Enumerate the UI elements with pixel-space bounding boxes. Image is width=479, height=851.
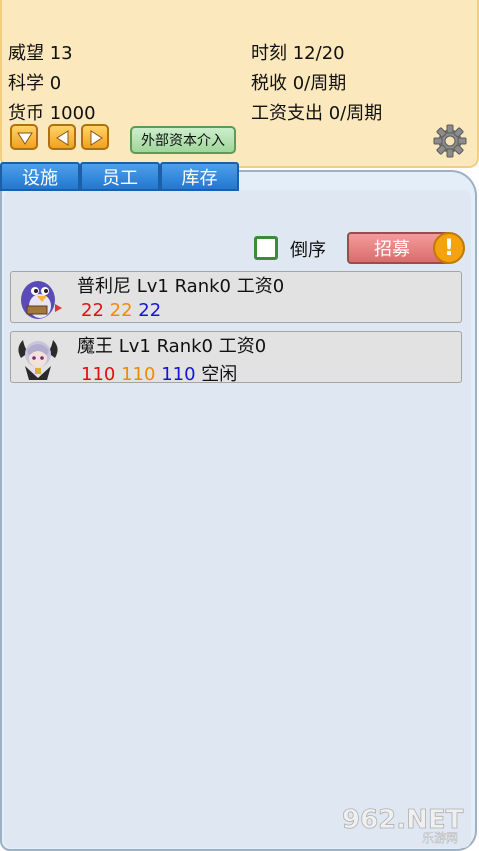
staff-status: 空闲 — [201, 364, 238, 385]
stat-red: 110 — [81, 364, 116, 385]
external-capital-button[interactable]: 外部资本介入 — [130, 126, 236, 154]
next-button[interactable] — [81, 124, 109, 150]
tab-facilities[interactable]: 设施 — [0, 162, 80, 191]
triangle-left-icon — [56, 130, 69, 146]
previous-button[interactable] — [48, 124, 76, 150]
gear-icon[interactable] — [433, 124, 467, 158]
triangle-down-icon — [17, 132, 33, 145]
alert-icon: ! — [433, 232, 465, 264]
staff-name: 魔王 Lv1 Rank0 工资0 — [77, 336, 267, 357]
staff-stats: 22 22 22 — [81, 300, 161, 321]
collapse-button[interactable] — [10, 124, 38, 150]
demon-king-avatar — [18, 340, 58, 380]
triangle-right-icon — [90, 130, 103, 146]
time-stat: 时刻 12/20 — [251, 43, 345, 64]
reverse-order-checkbox[interactable] — [254, 236, 278, 260]
staff-row[interactable]: 魔王 Lv1 Rank0 工资0 110 110 110 空闲 — [10, 331, 462, 386]
staff-stats: 110 110 110 空闲 — [81, 360, 237, 386]
staff-row[interactable]: 普利尼 Lv1 Rank0 工资0 22 22 22 — [10, 271, 462, 323]
tab-inventory[interactable]: 库存 — [160, 162, 239, 191]
staff-name: 普利尼 Lv1 Rank0 工资0 — [77, 276, 285, 297]
reverse-order-label: 倒序 — [290, 240, 326, 261]
prestige-stat: 威望 13 — [8, 43, 73, 64]
stat-blue: 110 — [161, 364, 196, 385]
stat-red: 22 — [81, 300, 104, 321]
stat-orange: 22 — [109, 300, 133, 321]
science-stat: 科学 0 — [8, 73, 62, 94]
wage-expense-stat: 工资支出 0/周期 — [251, 103, 383, 124]
currency-stat: 货币 1000 — [8, 103, 96, 124]
watermark-sub: 乐游网 — [422, 831, 458, 845]
stat-orange: 110 — [121, 364, 156, 385]
penguin-avatar — [21, 281, 62, 319]
stat-blue: 22 — [138, 300, 162, 321]
tab-staff[interactable]: 员工 — [80, 162, 160, 191]
site-watermark: 962.NET 乐游网 — [342, 805, 464, 846]
tax-stat: 税收 0/周期 — [251, 73, 347, 94]
